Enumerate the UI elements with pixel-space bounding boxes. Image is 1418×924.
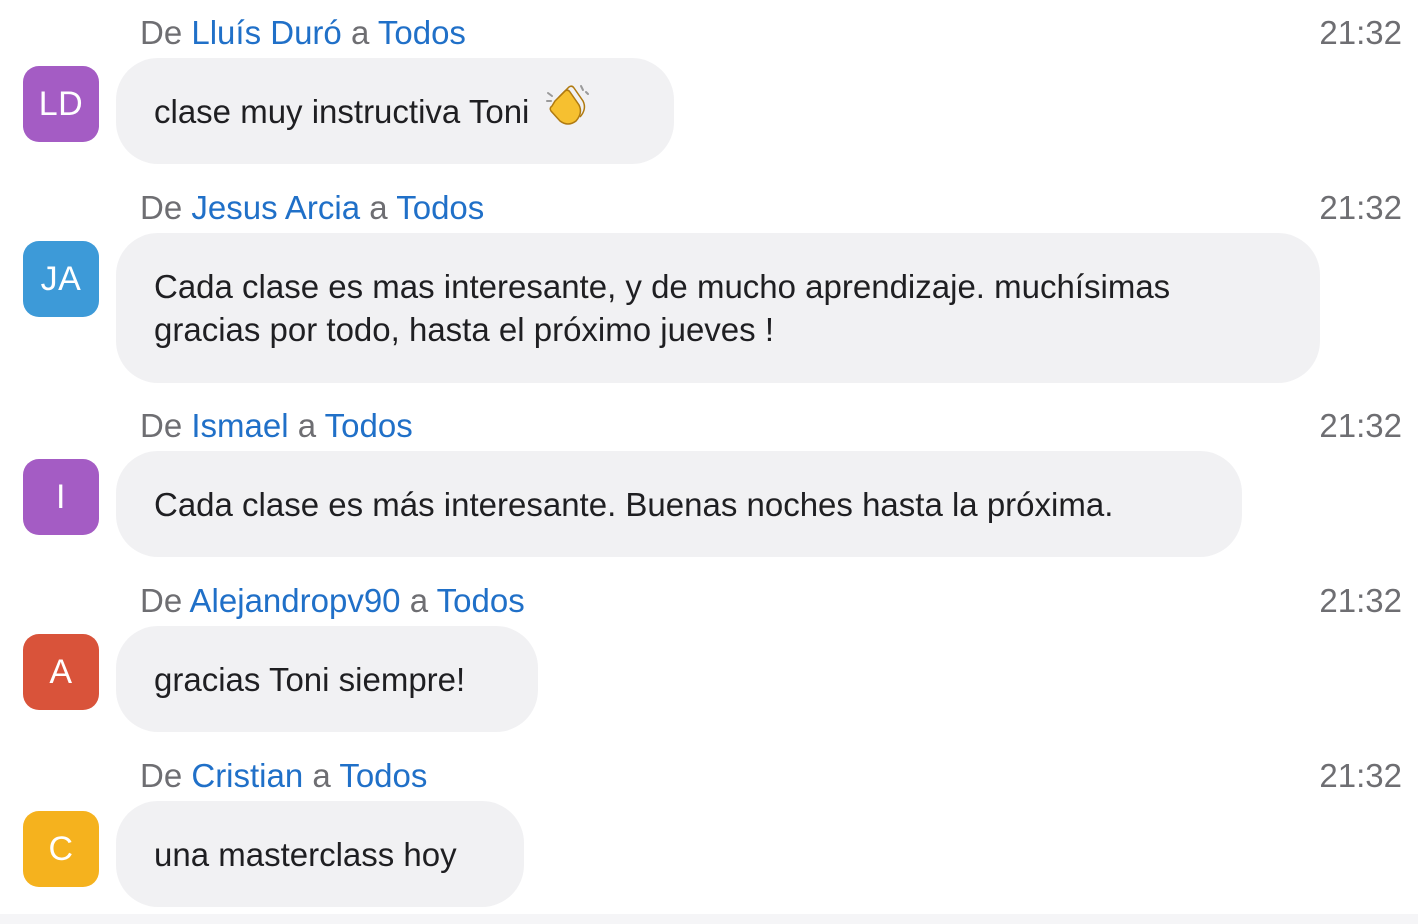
message-bubble[interactable]: gracias Toni siempre! (116, 626, 538, 732)
message-text: clase muy instructiva Toni (154, 92, 530, 130)
message-text: Cada clase es más interesante. Buenas no… (154, 485, 1114, 523)
from-label: De (140, 757, 183, 794)
recipient-name[interactable]: Todos (437, 582, 525, 619)
message-time: 21:32 (1319, 407, 1402, 444)
message-bubble[interactable]: Cada clase es más interesante. Buenas no… (116, 451, 1242, 557)
to-label: a (297, 407, 317, 444)
from-label: De (140, 407, 183, 444)
avatar[interactable]: C (23, 811, 99, 887)
to-label: a (409, 582, 429, 619)
sender-name[interactable]: Jesus Arcia (191, 189, 360, 226)
to-label: a (312, 757, 331, 794)
sender-name[interactable]: Cristian (191, 757, 303, 794)
message-header: De Cristian a Todos (140, 757, 427, 795)
from-label: De (140, 189, 183, 226)
message-bubble[interactable]: una masterclass hoy (116, 801, 524, 907)
from-label: De (140, 14, 183, 51)
avatar[interactable]: I (23, 459, 99, 535)
message-time: 21:32 (1319, 14, 1402, 51)
message-time: 21:32 (1319, 582, 1402, 619)
message-header: De Alejandropv90 a Todos (140, 582, 525, 620)
message-text-line: gracias por todo, hasta el próximo jueve… (154, 311, 774, 348)
chat-panel: De Lluís Duró a Todos 21:32 LD clase muy… (0, 0, 1418, 924)
message-bubble[interactable]: clase muy instructiva Toni (116, 58, 674, 164)
to-label: a (369, 189, 388, 226)
message-header: De Lluís Duró a Todos (140, 14, 466, 52)
message-text-line: Cada clase es mas interesante, y de much… (154, 268, 1171, 305)
bottom-divider (0, 914, 1418, 924)
message-time: 21:32 (1319, 189, 1402, 226)
message-bubble[interactable]: Cada clase es mas interesante, y de much… (116, 233, 1320, 383)
recipient-name[interactable]: Todos (396, 189, 484, 226)
message-header: De Ismael a Todos (140, 407, 413, 445)
sender-name[interactable]: Alejandropv90 (190, 582, 401, 619)
from-label: De (140, 582, 183, 619)
avatar[interactable]: JA (23, 241, 99, 317)
recipient-name[interactable]: Todos (325, 407, 413, 444)
clapping-hands-icon (543, 83, 590, 139)
sender-name[interactable]: Lluís Duró (191, 14, 341, 51)
message-header: De Jesus Arcia a Todos (140, 189, 484, 227)
to-label: a (350, 14, 370, 51)
message-text: una masterclass hoy (154, 835, 457, 873)
avatar[interactable]: LD (23, 66, 99, 142)
recipient-name[interactable]: Todos (339, 757, 427, 794)
message-time: 21:32 (1319, 757, 1402, 794)
recipient-name[interactable]: Todos (378, 14, 466, 51)
sender-name[interactable]: Ismael (191, 407, 288, 444)
message-text: gracias Toni siempre! (154, 660, 466, 698)
avatar[interactable]: A (23, 634, 99, 710)
